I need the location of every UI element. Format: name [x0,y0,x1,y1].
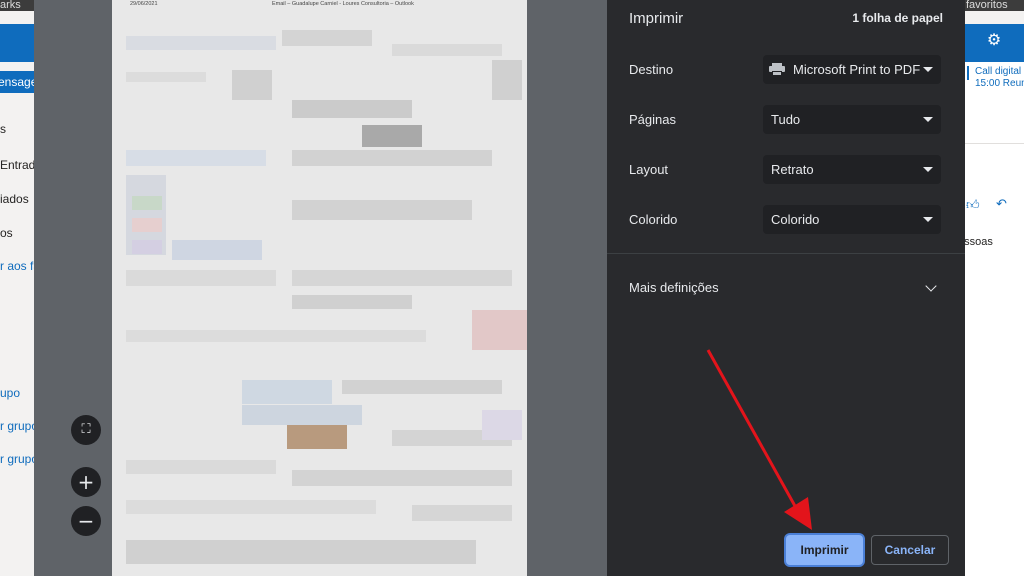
layout-label: Layout [629,162,669,177]
blurred-content-block [492,60,522,100]
blurred-content-block [392,44,502,56]
cancel-button[interactable]: Cancelar [871,535,949,565]
blurred-content-block [132,196,162,210]
layout-select[interactable]: Retrato [763,155,941,184]
folder-item[interactable]: r grupo [0,452,34,466]
folder-item[interactable]: r aos fa [0,259,34,273]
blurred-content-block [126,460,276,474]
blurred-content-block [287,425,347,449]
print-button[interactable]: Imprimir [786,535,863,565]
calendar-time: 15:00 Reuni [975,78,1024,89]
more-settings-toggle[interactable]: Mais definições [629,280,719,295]
calendar-title: Call digital [975,66,1022,77]
blurred-content-block [292,470,512,486]
dialog-title: Imprimir [629,10,684,27]
folder-item[interactable]: r grupo [0,419,34,433]
blurred-content-block [242,380,332,404]
color-label: Colorido [629,212,678,227]
blurred-content-block [126,330,426,342]
blurred-content-block [132,240,162,254]
blurred-content-block [172,240,262,260]
blurred-content-block [342,380,502,394]
reading-pane [965,62,1024,576]
sheet-count: 1 folha de papel [852,11,943,25]
preview-date: 29/06/2021 [130,1,158,7]
chevron-down-icon [923,117,933,122]
folder-item[interactable]: s [0,122,6,136]
folder-pane: s Entrad iados os r aos fa upo r grupo r grupo [0,100,34,576]
favorites-label[interactable]: favoritos [962,0,1024,11]
blurred-content-block [482,410,522,440]
zoom-in-button[interactable]: + [71,467,101,497]
folder-item[interactable]: Entrad [0,158,34,172]
like-icon[interactable]: 👍︎ [966,197,980,213]
new-message-label: ensage [0,75,34,89]
blurred-content-block [132,218,162,232]
destination-value: Microsoft Print to PDF [793,62,921,77]
new-message-button[interactable]: ensage [0,71,34,93]
calendar-reminder[interactable]: Call digital 15:00 Reuni [965,66,1024,90]
bookmarks-label[interactable]: arks [0,0,34,11]
chevron-down-icon [923,217,933,222]
folder-item[interactable]: iados [0,192,29,206]
destination-select[interactable]: Microsoft Print to PDF [763,55,941,84]
folder-item[interactable]: os [0,226,13,240]
blurred-content-block [472,310,527,350]
blurred-content-block [126,500,376,514]
blurred-content-block [292,200,472,220]
fit-to-page-button[interactable]: ⛶ [71,415,101,445]
gear-icon[interactable]: ⚙ [986,33,1002,49]
folder-item[interactable]: upo [0,386,20,400]
color-value: Colorido [771,212,820,227]
blurred-content-block [126,72,206,82]
chevron-down-icon[interactable] [925,280,937,292]
blurred-content-block [126,150,266,166]
layout-value: Retrato [771,162,814,177]
blurred-content-block [232,70,272,100]
blurred-content-block [242,405,362,425]
print-preview-page: 29/06/2021 Email – Guadalupe Carniel - L… [112,0,527,576]
blurred-content-block [292,150,492,166]
pages-value: Tudo [771,112,801,127]
pages-select[interactable]: Tudo [763,105,941,134]
preview-page-header: 29/06/2021 Email – Guadalupe Carniel - L… [112,0,527,10]
destination-label: Destino [629,62,674,77]
blurred-content-block [282,30,372,46]
blurred-content-block [292,100,412,118]
chevron-down-icon [923,167,933,172]
blurred-content-block [126,270,276,286]
outlook-header-left [0,24,34,62]
blurred-content-block [292,295,412,309]
reply-icon[interactable]: ↶ [996,196,1007,212]
zoom-out-button[interactable]: − [71,506,101,536]
blurred-content-block [292,270,512,286]
print-preview-area: 29/06/2021 Email – Guadalupe Carniel - L… [34,0,607,576]
blurred-content-block [362,125,422,147]
blurred-content-block [126,36,276,50]
printer-icon [769,63,785,76]
chevron-down-icon [923,67,933,72]
blurred-content-block [126,540,476,564]
pages-label: Páginas [629,112,676,127]
divider [607,253,965,254]
divider [965,143,1024,144]
calendar-bar-icon [967,66,975,80]
print-settings-panel: Imprimir 1 folha de papel Destino Micros… [607,0,965,576]
preview-title: Email – Guadalupe Carniel - Loures Consu… [272,1,414,7]
color-select[interactable]: Colorido [763,205,941,234]
blurred-content-block [412,505,512,521]
